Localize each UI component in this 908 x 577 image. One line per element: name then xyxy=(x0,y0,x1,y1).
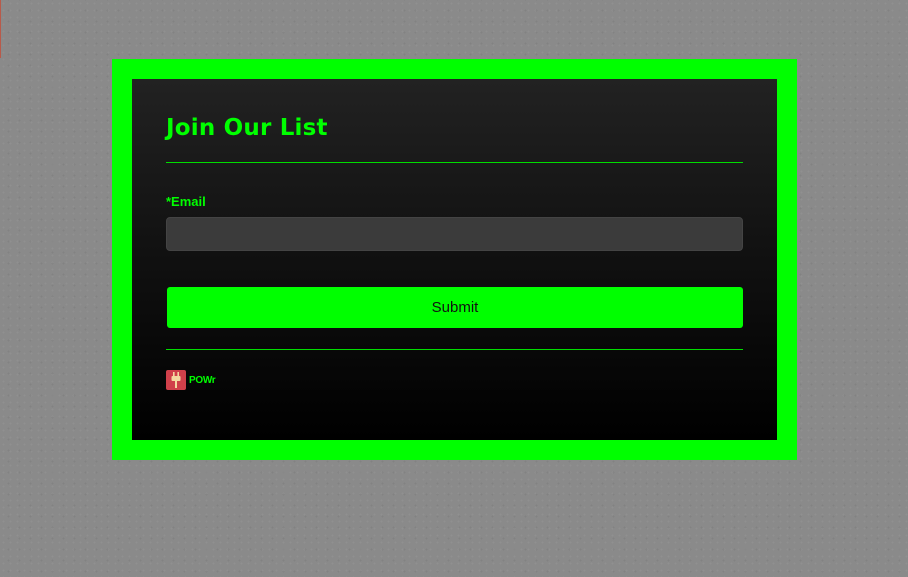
powered-by-text: POWr xyxy=(189,374,216,386)
powered-by-link[interactable]: POWr xyxy=(166,370,743,390)
signup-form-panel: Join Our List *Email Submit POWr xyxy=(132,79,777,440)
submit-button[interactable]: Submit xyxy=(167,287,743,328)
plug-icon xyxy=(166,370,186,390)
email-label: *Email xyxy=(166,194,206,209)
form-frame: Join Our List *Email Submit POWr xyxy=(112,59,797,460)
left-edge-line xyxy=(0,0,1,58)
form-title: Join Our List xyxy=(166,115,328,141)
top-divider xyxy=(166,162,743,163)
bottom-divider xyxy=(166,349,743,350)
email-field[interactable] xyxy=(166,217,743,251)
